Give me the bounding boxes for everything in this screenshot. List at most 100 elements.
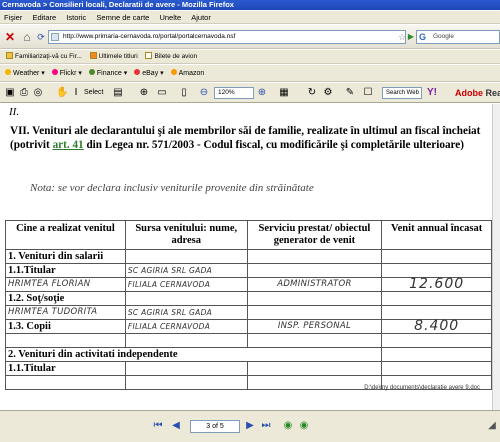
window-title: Cernavoda > Consilieri locali, Declarati…	[0, 0, 500, 10]
sign-icon[interactable]: ✎	[344, 87, 356, 99]
hand-icon[interactable]: ✋	[56, 87, 68, 99]
rotate-icon[interactable]: ↻	[306, 87, 318, 99]
bookmark-item[interactable]: Ultimele titluri	[89, 50, 138, 63]
note-text: Nota: se vor declara inclusiv veniturile…	[30, 182, 314, 194]
yahoo-icon[interactable]: Y!	[426, 87, 438, 99]
select-tool-label[interactable]: Select	[84, 87, 103, 99]
last-page-icon[interactable]: ⏭	[260, 420, 272, 432]
fit-width-icon[interactable]: ▯	[178, 87, 190, 99]
table-cell	[381, 333, 492, 348]
handwritten-cell: INSP. PERSONAL	[246, 319, 383, 334]
flickr-button[interactable]: Flickr ▾	[51, 65, 82, 81]
table-cell	[246, 375, 383, 390]
page-fit-icon[interactable]: ▭	[156, 87, 168, 99]
zoom-out-icon[interactable]: ⊖	[198, 87, 210, 99]
handwritten-cell: HRIMTEA TUDORITA	[5, 305, 126, 320]
firefox-icon	[6, 52, 13, 59]
handwritten-cell: SC AGIRIA SRL GADA	[124, 305, 248, 320]
law-article-link[interactable]: art. 41	[53, 139, 84, 151]
forward-view-icon[interactable]: ◉	[298, 420, 310, 432]
page-number-input[interactable]: 3 of 5	[190, 420, 240, 433]
table-cell	[124, 249, 248, 264]
zoom-in-plus-icon[interactable]: ⊕	[256, 87, 268, 99]
table-header-row: Cine a realizat venitul Sursa venitului:…	[5, 220, 492, 250]
column-header: Sursa venitului: nume, adresa	[124, 220, 248, 250]
amazon-button[interactable]: Amazon	[170, 65, 204, 81]
table-row: 1.2. Soţ/soţie	[5, 291, 492, 306]
table-cell	[246, 361, 383, 376]
google-icon: G	[419, 32, 427, 42]
table-cell	[124, 291, 248, 306]
adobe-reader-logo: Adobe Rea	[455, 88, 500, 98]
previous-page-icon[interactable]: ◀	[170, 420, 182, 432]
pdf-toolbar: ▣ ⎙ ◎ ✋ I Select ▤ ⊕ ▭ ▯ ⊖ 120% ⊕ ▦ ↻ ⚙ …	[0, 83, 500, 103]
flickr-icon	[51, 69, 58, 75]
handwritten-cell: FILIALA CERNAVODA	[124, 277, 248, 292]
page-icon	[145, 52, 153, 59]
table-cell	[246, 249, 383, 264]
url-text: http://www.primaria-cernavoda.ro/portal/…	[63, 33, 236, 40]
pdf-search-input[interactable]: Search Web	[382, 87, 422, 99]
table-row	[5, 333, 492, 348]
menu-edit[interactable]: Editare	[28, 11, 60, 24]
section-heading: VII. Venituri ale declarantului şi ale m…	[10, 124, 490, 152]
table-cell: 1.2. Soţ/soţie	[5, 291, 126, 306]
table-cell	[5, 375, 126, 390]
menu-help[interactable]: Ajutor	[187, 11, 215, 24]
menu-tools[interactable]: Unelte	[155, 11, 185, 24]
table-row: 1.1.Titular	[5, 361, 492, 376]
stop-icon[interactable]: ✕	[3, 30, 17, 44]
income-table: Cine a realizat venitul Sursa venitului:…	[4, 220, 492, 390]
ebay-button[interactable]: eBay ▾	[134, 65, 164, 81]
tools-icon[interactable]: ⚙	[322, 87, 334, 99]
first-page-icon[interactable]: ⏮	[152, 420, 164, 432]
zoom-select[interactable]: 120%	[214, 87, 254, 99]
zoom-in-icon[interactable]: ⊕	[138, 87, 150, 99]
table-cell	[5, 333, 126, 348]
table-cell	[124, 333, 248, 348]
table-cell: 1. Venituri din salarii	[5, 249, 126, 264]
finance-button[interactable]: Finance ▾	[88, 65, 127, 81]
weather-button[interactable]: Weather ▾	[5, 65, 45, 81]
save-icon[interactable]: ▣	[4, 87, 16, 99]
document-footer-path: D:\de\my documents\declaratie avere 9.do…	[364, 385, 480, 391]
back-view-icon[interactable]: ◉	[282, 420, 294, 432]
snapshot-icon[interactable]: ▤	[112, 87, 124, 99]
column-header: Venit annual încasat	[381, 220, 492, 250]
table-cell	[381, 361, 492, 376]
reload-icon[interactable]: ⟳	[34, 30, 48, 44]
resize-grip-icon[interactable]: ◢	[486, 420, 498, 432]
table-row: 1.3. Copii FILIALA CERNAVODA INSP. PERSO…	[5, 319, 492, 334]
table-cell	[124, 361, 248, 376]
binoculars-icon[interactable]: ◎	[32, 87, 44, 99]
menu-bar: Fişier Editare Istoric Semne de carte Un…	[0, 11, 500, 24]
search-input[interactable]: G Google	[416, 30, 500, 44]
pdf-document-view[interactable]: II. VII. Venituri ale declarantului şi a…	[0, 104, 500, 410]
table-cell	[246, 263, 383, 278]
home-icon[interactable]: ⌂	[20, 30, 34, 44]
table-row: 1. Venituri din salarii	[5, 249, 492, 264]
page-layout-icon[interactable]: ▦	[278, 87, 290, 99]
next-page-icon[interactable]: ▶	[244, 420, 256, 432]
section-fragment: II.	[9, 106, 20, 118]
menu-history[interactable]: Istoric	[62, 11, 90, 24]
sun-icon	[5, 69, 11, 75]
vertical-scrollbar[interactable]	[492, 104, 500, 410]
search-placeholder: Google	[433, 33, 454, 40]
table-cell	[381, 249, 492, 264]
print-icon[interactable]: ⎙	[18, 87, 30, 99]
bookmark-item[interactable]: Bilete de avion	[145, 50, 197, 63]
select-icon[interactable]: I	[70, 87, 82, 99]
heading-text-continued: din Legea nr. 571/2003 - Codul fiscal, c…	[83, 139, 464, 151]
table-cell	[246, 305, 383, 320]
menu-file[interactable]: Fişier	[0, 11, 26, 24]
menu-bookmarks[interactable]: Semne de carte	[92, 11, 153, 24]
attach-icon[interactable]: ☐	[362, 87, 374, 99]
bookmark-item[interactable]: Familiarizaţi-vă cu Fir...	[6, 50, 82, 63]
handwritten-cell: 12.600	[381, 277, 492, 292]
handwritten-cell: 8.400	[381, 319, 492, 334]
pdf-navigation-bar: ⏮ ◀ 3 of 5 ▶ ⏭ ◉ ◉ ◢	[0, 410, 500, 442]
handwritten-cell: FILIALA CERNAVODA	[124, 319, 248, 334]
url-bar[interactable]: http://www.primaria-cernavoda.ro/portal/…	[48, 30, 406, 44]
finance-icon	[88, 69, 95, 75]
